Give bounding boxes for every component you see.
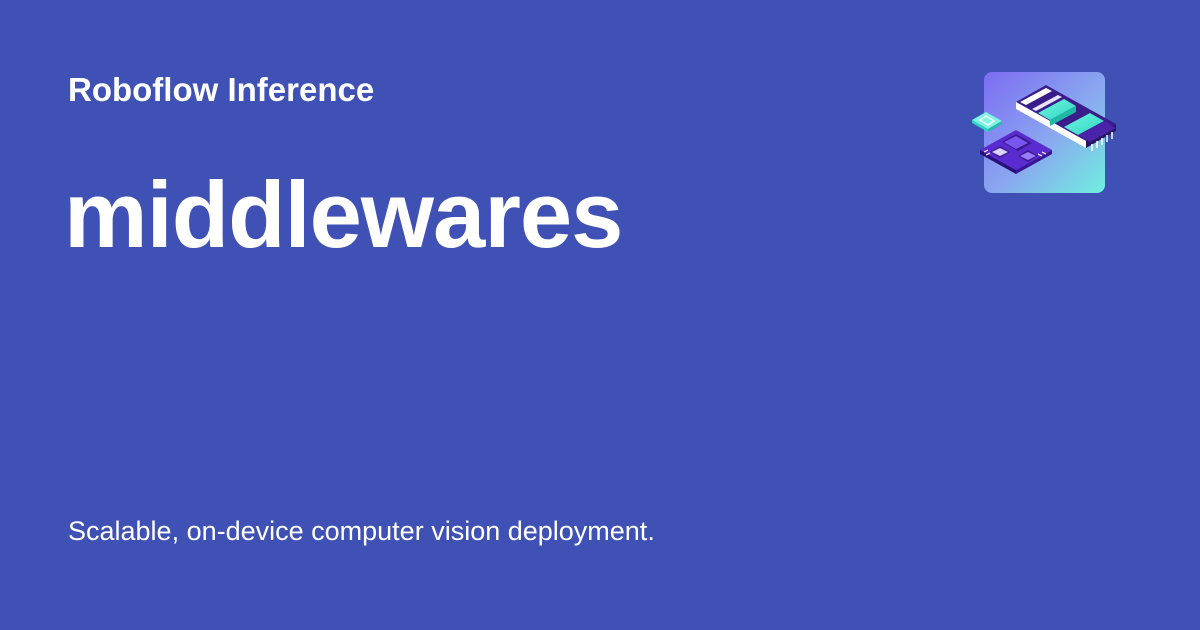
site-name: Roboflow Inference — [68, 71, 375, 108]
inference-logo-icon — [968, 72, 1118, 196]
page-title: middlewares — [64, 162, 623, 267]
page-description: Scalable, on-device computer vision depl… — [68, 516, 655, 546]
